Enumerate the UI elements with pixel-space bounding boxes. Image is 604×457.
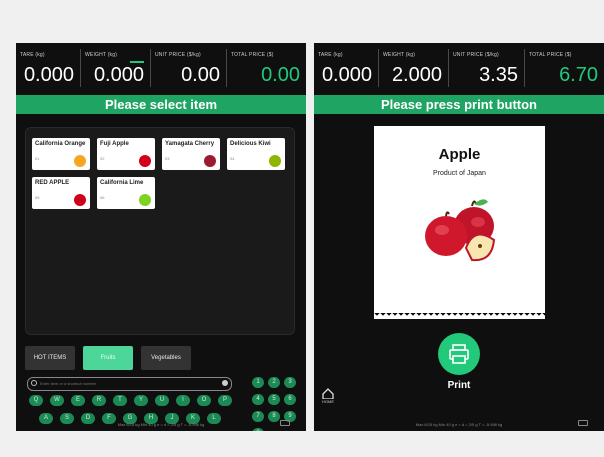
home-icon xyxy=(322,388,334,400)
unit-price-value: 0.00 xyxy=(181,64,220,86)
key-e[interactable]: E xyxy=(71,395,85,406)
key-y[interactable]: Y xyxy=(134,395,148,406)
product-origin: Product of Japan xyxy=(433,170,486,177)
label-preview: Apple Product of Japan xyxy=(374,126,545,316)
apple-icon xyxy=(74,194,86,206)
stats-bar: TARE (kg) 0.000 WEIGHT (kg) 0.000 UNIT P… xyxy=(16,43,306,95)
key-q[interactable]: Q xyxy=(29,395,43,406)
weight-label: WEIGHT (kg) xyxy=(383,52,416,58)
weight-value: 2.000 xyxy=(391,64,442,86)
item-code: 01 xyxy=(35,156,40,161)
item-grid: California Orange 01 Fuji Apple 02 Yamag… xyxy=(25,127,295,335)
stats-bar: TARE (kg) 0.000 WEIGHT (kg) 2.000 UNIT P… xyxy=(314,43,604,95)
total-price-value: 0.00 xyxy=(261,64,300,86)
item-code: 05 xyxy=(35,195,40,200)
tare-value: 0.000 xyxy=(321,64,372,86)
numpad-key-4[interactable]: 4 xyxy=(252,394,264,405)
home-button[interactable]: HOME xyxy=(318,386,338,406)
clear-search-icon[interactable] xyxy=(222,380,228,386)
stable-indicator xyxy=(130,61,144,63)
item-code: 06 xyxy=(100,195,105,200)
product-title: Apple xyxy=(438,146,481,163)
item-name: California Orange xyxy=(35,141,86,147)
numpad-key-2[interactable]: 2 xyxy=(268,377,280,388)
item-code: 03 xyxy=(165,156,170,161)
item-code: 04 xyxy=(230,156,235,161)
search-bar xyxy=(27,377,232,391)
weight-label: WEIGHT (kg) xyxy=(85,52,118,58)
item-card-california-orange[interactable]: California Orange 01 xyxy=(32,138,90,170)
weight-value: 0.000 xyxy=(93,64,144,86)
numpad-key-8[interactable]: 8 xyxy=(268,411,280,422)
battery-icon xyxy=(578,420,588,426)
tare-label: TARE (kg) xyxy=(318,52,343,58)
item-selection-screen: TARE (kg) 0.000 WEIGHT (kg) 0.000 UNIT P… xyxy=(16,43,306,431)
total-price-stat: TOTAL PRICE ($) 6.70 xyxy=(525,43,604,95)
label-tear-edge xyxy=(374,313,545,319)
item-card-fuji-apple[interactable]: Fuji Apple 02 xyxy=(97,138,155,170)
numpad-key-0[interactable]: 0 xyxy=(252,428,264,431)
key-r[interactable]: R xyxy=(92,395,106,406)
search-input[interactable] xyxy=(40,379,215,388)
orange-icon xyxy=(74,155,86,167)
scale-spec-footer: Max 6/15 kg Min 40 g e = d = 2/5 g T = -… xyxy=(415,422,503,427)
unit-price-label: UNIT PRICE ($/kg) xyxy=(453,52,499,58)
instruction-banner: Please select item xyxy=(16,95,306,114)
item-card-red-apple[interactable]: RED APPLE 05 xyxy=(32,177,90,209)
lime-icon xyxy=(139,194,151,206)
numpad-key-5[interactable]: 5 xyxy=(268,394,280,405)
item-card-delicious-kiwi[interactable]: Delicious Kiwi 04 xyxy=(227,138,285,170)
apple-image xyxy=(425,199,496,262)
weight-stat: WEIGHT (kg) 2.000 xyxy=(379,43,448,95)
tab-hot-items[interactable]: HOT ITEMS xyxy=(25,346,75,370)
unit-price-value: 3.35 xyxy=(479,64,518,86)
item-code: 02 xyxy=(100,156,105,161)
weight-stat: WEIGHT (kg) 0.000 xyxy=(81,43,150,95)
tab-fruits[interactable]: Fruits xyxy=(83,346,133,370)
tare-label: TARE (kg) xyxy=(20,52,45,58)
printer-icon xyxy=(449,344,469,364)
tab-vegetables[interactable]: Vegetables xyxy=(141,346,191,370)
numpad-key-6[interactable]: 6 xyxy=(284,394,296,405)
print-screen: TARE (kg) 0.000 WEIGHT (kg) 2.000 UNIT P… xyxy=(314,43,604,431)
category-tabs: HOT ITEMS Fruits Vegetables xyxy=(25,346,295,370)
tare-stat: TARE (kg) 0.000 xyxy=(314,43,378,95)
key-o[interactable]: O xyxy=(197,395,211,406)
total-price-value: 6.70 xyxy=(559,64,598,86)
key-i[interactable]: I xyxy=(176,395,190,406)
print-label: Print xyxy=(447,380,471,391)
item-name: Delicious Kiwi xyxy=(230,141,271,147)
item-name: Fuji Apple xyxy=(100,141,129,147)
unit-price-stat: UNIT PRICE ($/kg) 3.35 xyxy=(449,43,524,95)
search-icon xyxy=(31,380,37,386)
total-price-label: TOTAL PRICE ($) xyxy=(231,52,274,58)
home-label: HOME xyxy=(322,399,334,404)
instruction-banner: Please press print button xyxy=(314,95,604,114)
numpad-key-3[interactable]: 3 xyxy=(284,377,296,388)
numpad-key-7[interactable]: 7 xyxy=(252,411,264,422)
item-name: RED APPLE xyxy=(35,180,70,186)
print-button[interactable] xyxy=(438,333,480,375)
apple-icon xyxy=(139,155,151,167)
key-u[interactable]: U xyxy=(155,395,169,406)
item-name: Yamagata Cherry xyxy=(165,141,215,147)
unit-price-stat: UNIT PRICE ($/kg) 0.00 xyxy=(151,43,226,95)
item-name: California Lime xyxy=(100,180,144,186)
tare-value: 0.000 xyxy=(23,64,74,86)
key-p[interactable]: P xyxy=(218,395,232,406)
tare-stat: TARE (kg) 0.000 xyxy=(16,43,80,95)
numpad-key-1[interactable]: 1 xyxy=(252,377,264,388)
item-card-yamagata-cherry[interactable]: Yamagata Cherry 03 xyxy=(162,138,220,170)
total-price-label: TOTAL PRICE ($) xyxy=(529,52,572,58)
scale-spec-footer: Max 6/15 kg Min 40 g e = d = 2/5 g T = -… xyxy=(117,422,205,427)
key-w[interactable]: W xyxy=(50,395,64,406)
key-t[interactable]: T xyxy=(113,395,127,406)
unit-price-label: UNIT PRICE ($/kg) xyxy=(155,52,201,58)
kiwi-icon xyxy=(269,155,281,167)
total-price-stat: TOTAL PRICE ($) 0.00 xyxy=(227,43,306,95)
cherry-icon xyxy=(204,155,216,167)
item-card-california-lime[interactable]: California Lime 06 xyxy=(97,177,155,209)
battery-icon xyxy=(280,420,290,426)
